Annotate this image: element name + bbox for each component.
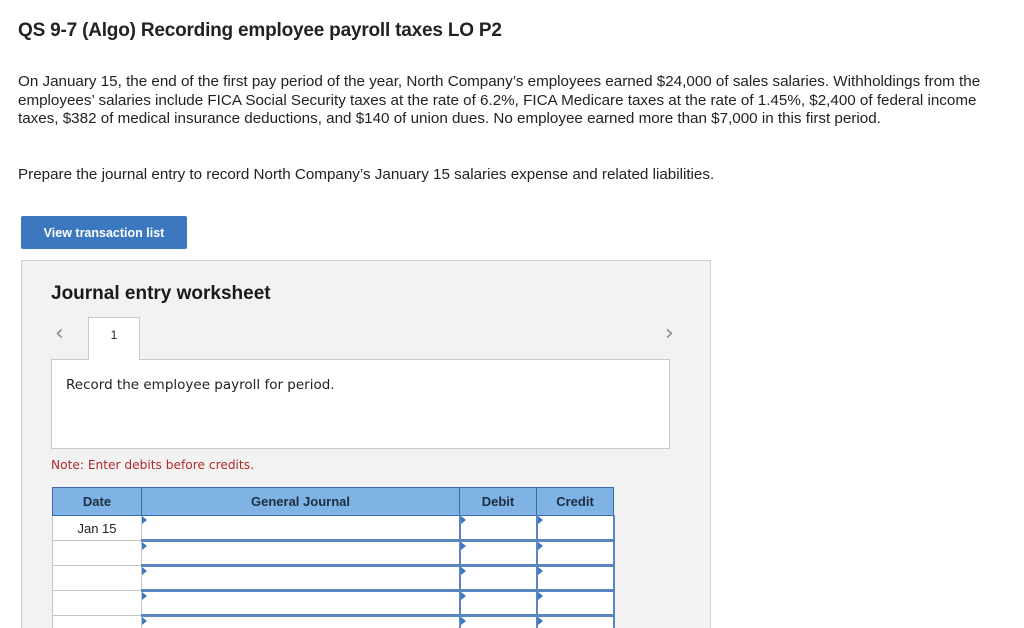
instruction-text: Record the employee payroll for period. xyxy=(66,377,335,393)
debit-input-cell[interactable] xyxy=(459,565,538,592)
general-journal-table: Date General Journal Debit Credit Jan 15 xyxy=(52,487,615,628)
table-row xyxy=(52,565,615,592)
worksheet-tab-1[interactable]: 1 xyxy=(88,317,140,360)
debit-input-cell[interactable] xyxy=(459,615,538,628)
table-row xyxy=(52,615,615,628)
journal-entry-worksheet: Journal entry worksheet ‹ 1 › Record the… xyxy=(21,260,711,628)
entry-note: Note: Enter debits before credits. xyxy=(51,458,254,472)
date-cell xyxy=(52,590,142,616)
debit-input-cell[interactable] xyxy=(459,540,538,567)
account-select-cell[interactable] xyxy=(141,565,461,592)
column-header-debit: Debit xyxy=(459,487,537,516)
table-row xyxy=(52,540,615,567)
column-header-general-journal: General Journal xyxy=(141,487,460,516)
date-cell xyxy=(52,565,142,591)
credit-input-cell[interactable] xyxy=(536,540,615,567)
chevron-right-icon[interactable]: › xyxy=(665,321,674,346)
view-transaction-list-button[interactable]: View transaction list xyxy=(21,216,187,249)
worksheet-heading: Journal entry worksheet xyxy=(51,283,271,304)
problem-description: On January 15, the end of the first pay … xyxy=(18,73,981,127)
date-cell xyxy=(52,615,142,628)
column-header-credit: Credit xyxy=(536,487,614,516)
date-cell xyxy=(52,540,142,566)
debit-input-cell[interactable] xyxy=(459,515,538,542)
account-select-cell[interactable] xyxy=(141,515,461,542)
table-header-row: Date General Journal Debit Credit xyxy=(52,487,614,516)
credit-input-cell[interactable] xyxy=(536,615,615,628)
account-select-cell[interactable] xyxy=(141,540,461,567)
page-title: QS 9-7 (Algo) Recording employee payroll… xyxy=(18,20,502,41)
account-select-cell[interactable] xyxy=(141,615,461,628)
account-select-cell[interactable] xyxy=(141,590,461,617)
table-row xyxy=(52,590,615,617)
problem-prompt: Prepare the journal entry to record Nort… xyxy=(18,166,715,183)
date-cell: Jan 15 xyxy=(52,515,142,541)
credit-input-cell[interactable] xyxy=(536,565,615,592)
instruction-box: Record the employee payroll for period. xyxy=(51,359,670,449)
column-header-date: Date xyxy=(52,487,142,516)
chevron-left-icon[interactable]: ‹ xyxy=(55,321,64,346)
table-row: Jan 15 xyxy=(52,515,615,542)
debit-input-cell[interactable] xyxy=(459,590,538,617)
credit-input-cell[interactable] xyxy=(536,590,615,617)
credit-input-cell[interactable] xyxy=(536,515,615,542)
